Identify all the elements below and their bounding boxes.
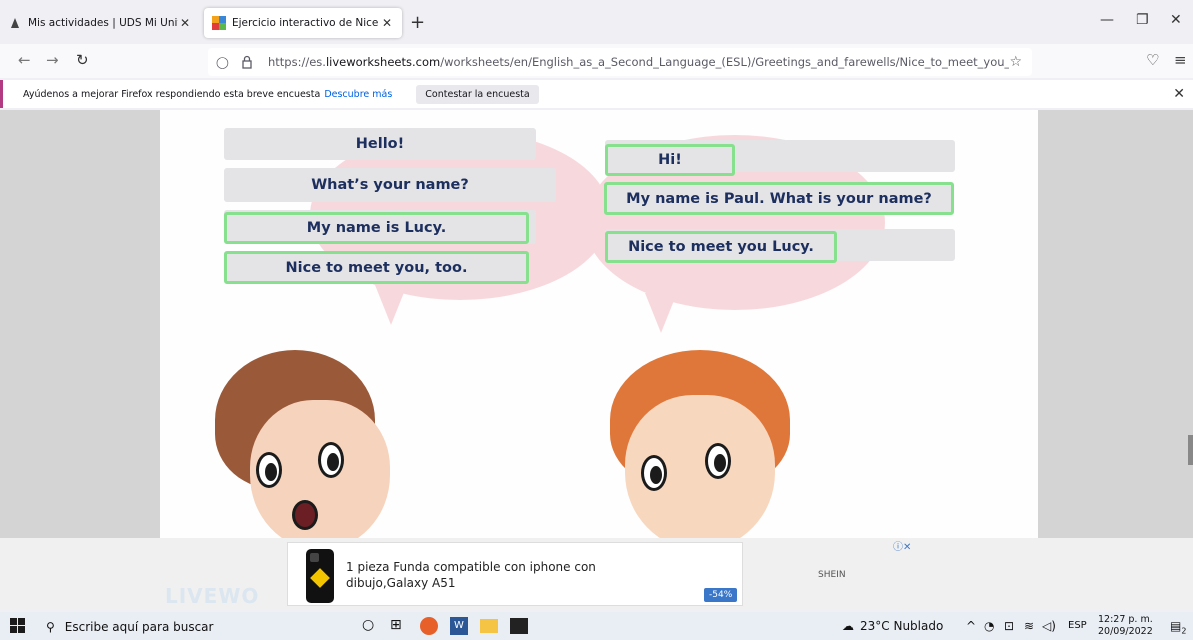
cortana-icon[interactable]: ○ <box>362 617 380 635</box>
ad-text: 1 pieza Funda compatible con iphone con … <box>346 560 596 590</box>
back-icon[interactable]: ← <box>18 51 31 69</box>
eye-icon <box>641 455 667 491</box>
notification-center-icon[interactable]: ▤2 <box>1170 619 1186 635</box>
forward-icon[interactable]: → <box>46 51 59 69</box>
reload-icon[interactable]: ↻ <box>76 51 89 69</box>
lock-icon[interactable] <box>240 55 254 69</box>
ad-banner[interactable]: 1 pieza Funda compatible con iphone con … <box>287 542 743 606</box>
worksheet: Hello! What’s your name? My name is Lucy… <box>160 110 1038 538</box>
minimize-icon[interactable]: — <box>1100 12 1114 28</box>
liveworksheets-logo: LIVEWO <box>165 584 260 608</box>
notification-link[interactable]: Descubre más <box>324 89 392 100</box>
new-tab-button[interactable]: + <box>410 12 425 33</box>
eye-icon <box>705 443 731 479</box>
scrollbar-thumb[interactable] <box>1188 435 1193 465</box>
eye-icon <box>318 442 344 478</box>
tab-close-icon[interactable]: ✕ <box>380 16 394 30</box>
phone-case-image <box>306 549 334 603</box>
wifi-icon[interactable]: ≋ <box>1024 619 1034 633</box>
tab-ejercicio-interactivo[interactable]: Ejercicio interactivo de Nice to ✕ <box>204 8 402 38</box>
bookmark-star-icon[interactable]: ☆ <box>1009 54 1022 70</box>
girl-illustration-face <box>250 400 390 538</box>
search-icon: ⚲ <box>46 620 55 634</box>
windows-taskbar: ⚲ Escribe aquí para buscar ○ ⊞ W ☁ 23°C … <box>0 612 1193 640</box>
network-icon[interactable]: ◔ <box>984 619 994 633</box>
survey-notification-bar: Ayúdenos a mejorar Firefox respondiendo … <box>0 80 1193 108</box>
answer-slot-whats-your-name[interactable]: What’s your name? <box>224 168 556 202</box>
page-viewport: Hello! What’s your name? My name is Lucy… <box>0 110 1193 538</box>
tab-title: Ejercicio interactivo de Nice to <box>232 17 380 29</box>
tab-close-icon[interactable]: ✕ <box>178 16 192 30</box>
photos-icon[interactable] <box>510 618 528 634</box>
uds-favicon-icon <box>11 18 19 28</box>
speech-bubble-tail <box>375 285 407 325</box>
discount-badge: -54% <box>704 588 738 602</box>
task-view-icon[interactable]: ⊞ <box>390 617 408 635</box>
ad-banner-area: LIVEWO 1 pieza Funda compatible con ipho… <box>0 538 1193 610</box>
word-icon[interactable]: W <box>450 617 468 635</box>
boy-illustration-face <box>625 395 775 538</box>
tray-chevron-icon[interactable]: ^ <box>966 619 976 633</box>
weather-text[interactable]: 23°C Nublado <box>860 619 943 633</box>
firefox-icon[interactable] <box>420 617 438 635</box>
file-explorer-icon[interactable] <box>480 619 498 633</box>
tracking-shield-icon[interactable]: ◯ <box>216 55 230 69</box>
eye-icon <box>256 452 282 488</box>
speech-bubble-tail <box>645 293 677 333</box>
url-text: https://es.liveworksheets.com/worksheets… <box>268 55 1010 69</box>
nav-bar: ← → ↻ ◯ https://es.liveworksheets.com/wo… <box>0 44 1193 78</box>
answer-slot-my-name-is-paul[interactable]: My name is Paul. What is your name? <box>604 182 954 215</box>
tab-strip: Mis actividades | UDS Mi Univer ✕ Ejerci… <box>0 0 1193 42</box>
system-clock[interactable]: 12:27 p. m. 20/09/2022 <box>1098 614 1153 638</box>
restore-icon[interactable]: ❐ <box>1136 12 1149 28</box>
answer-slot-my-name-is-lucy[interactable]: My name is Lucy. <box>224 212 529 244</box>
url-bar[interactable]: ◯ https://es.liveworksheets.com/workshee… <box>208 48 1032 76</box>
meet-now-icon[interactable]: ⊡ <box>1004 619 1014 633</box>
survey-button[interactable]: Contestar la encuesta <box>416 84 539 104</box>
answer-slot-hi[interactable]: Hi! <box>605 144 735 176</box>
search-placeholder: Escribe aquí para buscar <box>64 620 214 634</box>
adchoices-icon[interactable]: ⓘ✕ <box>893 538 911 553</box>
weather-icon[interactable]: ☁ <box>842 619 854 633</box>
mouth-icon <box>292 500 318 530</box>
windows-start-icon[interactable] <box>10 618 25 633</box>
volume-icon[interactable]: ◁) <box>1042 619 1056 633</box>
answer-slot-hello[interactable]: Hello! <box>224 128 536 160</box>
tab-mis-actividades[interactable]: Mis actividades | UDS Mi Univer ✕ <box>0 8 200 38</box>
notification-close-icon[interactable]: ✕ <box>1173 86 1185 102</box>
notification-text: Ayúdenos a mejorar Firefox respondiendo … <box>23 88 321 100</box>
ad-brand: SHEIN <box>818 570 846 580</box>
answer-slot-nice-to-meet-you-too[interactable]: Nice to meet you, too. <box>224 251 529 284</box>
taskbar-search[interactable]: ⚲ Escribe aquí para buscar <box>36 616 326 638</box>
answer-slot-nice-to-meet-you-lucy[interactable]: Nice to meet you Lucy. <box>605 231 837 263</box>
pocket-icon[interactable]: ♡ <box>1146 51 1159 69</box>
tab-title: Mis actividades | UDS Mi Univer <box>28 17 178 29</box>
liveworksheets-favicon-icon <box>212 16 226 30</box>
language-indicator[interactable]: ESP <box>1068 620 1087 631</box>
window-close-icon[interactable]: ✕ <box>1170 12 1182 28</box>
menu-icon[interactable]: ≡ <box>1174 51 1187 69</box>
